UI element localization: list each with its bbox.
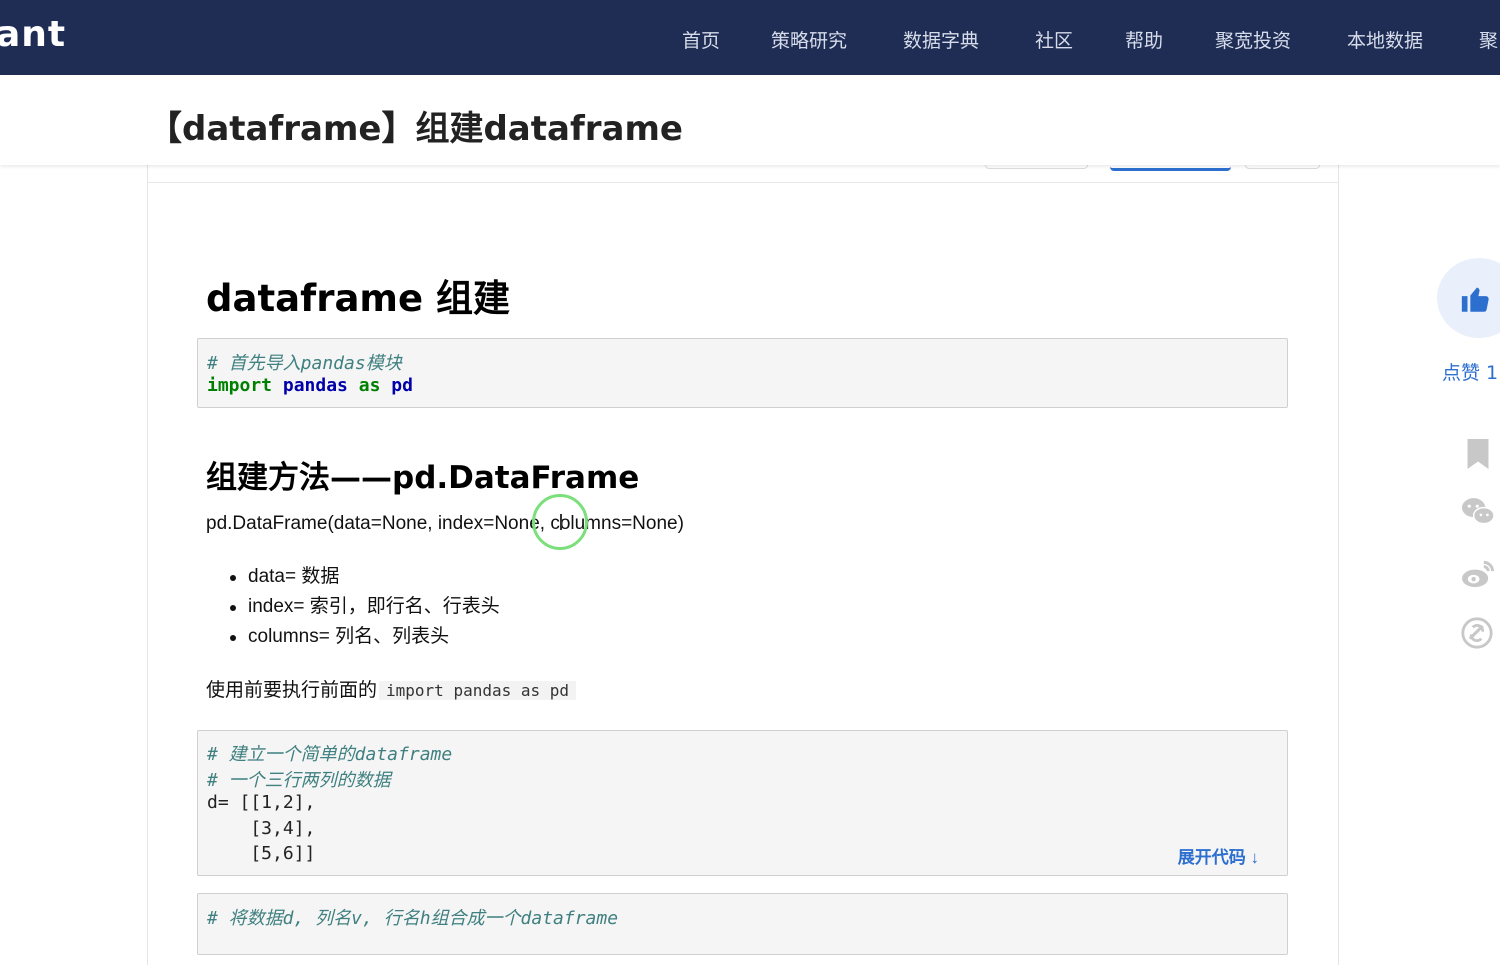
nav-item-data-dictionary[interactable]: 数据字典 bbox=[903, 26, 979, 53]
section-heading: 组建方法——pd.DataFrame bbox=[206, 460, 640, 496]
weibo-icon[interactable] bbox=[1460, 558, 1496, 590]
code-line: [3,4], bbox=[207, 818, 316, 839]
inline-code: import pandas as pd bbox=[379, 681, 577, 700]
expand-code-button[interactable]: 展开代码 ↓ bbox=[1178, 843, 1259, 868]
code-comment: # 一个三行两列的数据 bbox=[207, 770, 391, 791]
divider bbox=[147, 182, 1338, 183]
nav-item-help[interactable]: 帮助 bbox=[1125, 26, 1163, 53]
thumbs-up-icon bbox=[1461, 287, 1489, 312]
bookmark-icon[interactable] bbox=[1460, 436, 1496, 472]
page-title: 【dataframe】组建dataframe bbox=[148, 109, 683, 149]
usage-note: 使用前要执行前面的 import pandas as pd bbox=[206, 675, 577, 702]
article-heading: dataframe 组建 bbox=[206, 277, 510, 320]
code-block-example: # 建立一个简单的dataframe # 一个三行两列的数据 d= [[1,2]… bbox=[197, 730, 1288, 876]
code-comment: # 建立一个简单的dataframe bbox=[207, 744, 453, 765]
title-bar: 【dataframe】组建dataframe bbox=[0, 75, 1500, 165]
code-keyword: import bbox=[207, 375, 273, 396]
code-module: pandas bbox=[282, 375, 348, 396]
code-comment: # 将数据d, 列名v, 行名h组合成一个dataframe bbox=[207, 908, 619, 929]
code-keyword: as bbox=[358, 375, 381, 396]
function-signature: pd.DataFrame(data=None, index=None, colu… bbox=[206, 513, 684, 534]
nav-item-home[interactable]: 首页 bbox=[682, 26, 720, 53]
code-line: import pandas as pd bbox=[207, 375, 413, 396]
list-item: columns= 列名、列表头 bbox=[206, 623, 500, 653]
nav-item-local-data[interactable]: 本地数据 bbox=[1347, 26, 1423, 53]
code-block-combine: # 将数据d, 列名v, 行名h组合成一个dataframe bbox=[197, 893, 1288, 955]
code-block-import: # 首先导入pandas模块 import pandas as pd bbox=[197, 338, 1288, 408]
code-line: [5,6]] bbox=[207, 843, 316, 864]
code-line: d= [[1,2], bbox=[207, 792, 316, 813]
list-item: index= 索引，即行名、行表头 bbox=[206, 593, 500, 623]
nav-item-investment[interactable]: 聚宽投资 bbox=[1215, 26, 1291, 53]
nav-item-strategy[interactable]: 策略研究 bbox=[771, 26, 847, 53]
wechat-icon[interactable] bbox=[1460, 496, 1496, 528]
top-nav: ant 首页 策略研究 数据字典 社区 帮助 聚宽投资 本地数据 聚 bbox=[0, 0, 1500, 75]
parameter-list: data= 数据 index= 索引，即行名、行表头 columns= 列名、列… bbox=[206, 563, 500, 653]
code-comment: # 首先导入pandas模块 bbox=[207, 353, 402, 374]
list-item: data= 数据 bbox=[206, 563, 500, 593]
note-text: 使用前要执行前面的 bbox=[206, 680, 378, 701]
like-button[interactable] bbox=[1437, 258, 1500, 338]
nav-item-more[interactable]: 聚 bbox=[1479, 26, 1498, 53]
text-cursor-icon bbox=[560, 514, 562, 530]
code-alias: pd bbox=[391, 375, 413, 396]
brand-logo[interactable]: ant bbox=[0, 14, 66, 55]
nav-item-community[interactable]: 社区 bbox=[1035, 26, 1073, 53]
like-count-label: 点赞 1 bbox=[1442, 362, 1499, 384]
link-share-icon[interactable] bbox=[1460, 616, 1494, 650]
